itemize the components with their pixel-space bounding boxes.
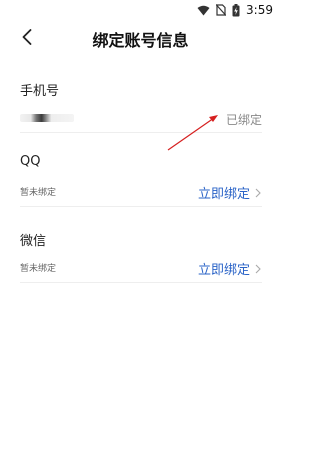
- wechat-bind-status: 暂未绑定: [20, 264, 57, 274]
- masked-phone-number: [20, 114, 74, 122]
- page-title: 绑定账号信息: [92, 31, 189, 50]
- wechat-bind-button[interactable]: 立即绑定: [198, 259, 262, 278]
- chevron-right-icon: [255, 188, 261, 197]
- wechat-section-title: 微信: [20, 234, 47, 249]
- header: 绑定账号信息: [0, 22, 281, 54]
- no-sim-icon: [216, 4, 227, 16]
- status-icons: 3:59: [197, 3, 273, 17]
- phone-section-title: 手机号: [20, 84, 60, 99]
- chevron-right-icon: [255, 264, 261, 273]
- qq-bind-button[interactable]: 立即绑定: [198, 183, 262, 202]
- qq-section-title: QQ: [20, 154, 41, 169]
- qq-bind-status: 暂未绑定: [20, 188, 57, 198]
- status-time: 3:59: [246, 3, 273, 17]
- wechat-bind-label: 立即绑定: [197, 263, 250, 278]
- wifi-icon: [197, 5, 210, 15]
- phone-bound-status: 已绑定: [225, 113, 262, 127]
- battery-charging-icon: [232, 3, 240, 16]
- phone-row: 已绑定: [20, 104, 262, 133]
- qq-bind-label: 立即绑定: [197, 187, 250, 202]
- status-bar: 3:59: [0, 0, 281, 22]
- qq-row[interactable]: 暂未绑定 立即绑定: [20, 178, 262, 207]
- wechat-row[interactable]: 暂未绑定 立即绑定: [20, 254, 262, 283]
